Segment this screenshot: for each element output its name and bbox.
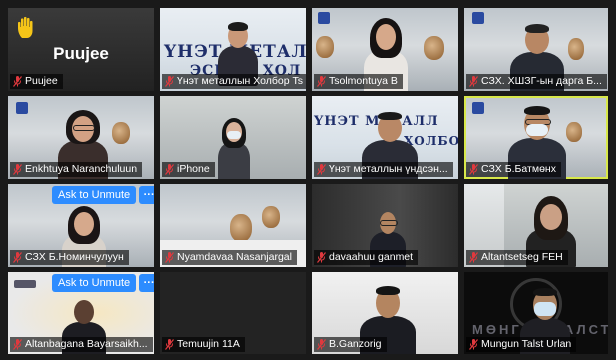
participant-name: СЗХ Б.Батмөнх <box>481 163 556 175</box>
participant-nameplate: Nyamdavaa Nasanjargal <box>162 250 297 265</box>
participant-nameplate: Enkhtuya Naranchuluun <box>10 162 143 177</box>
participant-nameplate: Altanbagana Bayarsaikh... <box>10 337 153 352</box>
participant-name: B.Ganzorig <box>329 338 382 350</box>
video-tile-temuujin[interactable]: Temuujin 11A <box>160 272 306 354</box>
participant-name: Mungun Talst Urlan <box>481 338 572 350</box>
muted-mic-icon <box>13 164 22 175</box>
vase-decoration <box>112 122 130 144</box>
participant-nameplate: Tsolmontuya B <box>314 74 403 89</box>
muted-mic-icon <box>469 252 478 263</box>
raised-hand-icon <box>16 16 38 40</box>
video-tile-nominchuluun[interactable]: Ask to Unmute ··· СЗХ Б.Номинчулуун <box>8 184 154 267</box>
muted-mic-icon <box>317 76 326 87</box>
participant-nameplate: СЗХ. ХШЗГ-ын дарга Б... <box>466 74 607 89</box>
participant-name: Puujee <box>25 75 58 87</box>
video-tile-altanbagana[interactable]: Ask to Unmute ··· Altanbagana Bayarsaikh… <box>8 272 154 354</box>
participant-nameplate: Altantsetseg FEH <box>466 250 568 265</box>
video-tile-davaahuu[interactable]: davaahuu ganmet <box>312 184 458 267</box>
participant-name: СЗХ Б.Номинчулуун <box>25 251 124 263</box>
participant-figure <box>218 20 258 86</box>
muted-mic-icon <box>317 164 326 175</box>
participant-name: Temuujin 11A <box>177 338 240 350</box>
participant-name: Altantsetseg FEH <box>481 251 563 263</box>
video-tile-unet-metallyn-holboo[interactable]: ҮНЭТ МЕТАЛЛ ЭСНИЙ ХОЛ Үнэт металлын Холб… <box>160 8 306 91</box>
logo-icon <box>14 280 36 288</box>
muted-mic-icon <box>469 339 478 350</box>
logo-icon <box>472 12 484 24</box>
participant-nameplate: Mungun Talst Urlan <box>466 337 577 352</box>
vase-decoration <box>424 36 444 60</box>
muted-mic-icon <box>469 164 478 175</box>
video-tile-batmunkh[interactable]: СЗХ Б.Батмөнх <box>464 96 608 179</box>
vase-decoration <box>230 214 252 242</box>
muted-mic-icon <box>13 76 22 87</box>
video-tile-enkhtuya[interactable]: Enkhtuya Naranchuluun <box>8 96 154 179</box>
participant-name: СЗХ. ХШЗГ-ын дарга Б... <box>481 75 602 87</box>
participant-nameplate: iPhone <box>162 162 215 177</box>
participant-name: Үнэт металлын Холбор Ts... <box>177 75 303 87</box>
participant-nameplate: СЗХ Б.Батмөнх <box>466 162 561 177</box>
participant-nameplate: СЗХ Б.Номинчулуун <box>10 250 129 265</box>
vase-decoration <box>316 36 334 58</box>
ask-to-unmute-button[interactable]: Ask to Unmute <box>52 274 137 292</box>
participant-name: iPhone <box>177 163 210 175</box>
logo-icon <box>472 102 484 114</box>
participant-nameplate: Puujee <box>10 74 63 89</box>
vase-decoration <box>262 206 280 228</box>
participant-figure <box>218 118 250 179</box>
video-tile-puujee[interactable]: Puujee Puujee <box>8 8 154 91</box>
participant-name: Altanbagana Bayarsaikh... <box>25 338 148 350</box>
muted-mic-icon <box>165 252 174 263</box>
muted-mic-icon <box>317 339 326 350</box>
logo-icon <box>318 12 330 24</box>
participant-nameplate: Үнэт металлын үндсэн... <box>314 162 453 177</box>
participant-name: Enkhtuya Naranchuluun <box>25 163 138 175</box>
video-tile-mungun-talst[interactable]: МӨНГӨН ТАЛСТ Mungun Talst Urlan <box>464 272 608 354</box>
video-tile-iphone[interactable]: iPhone <box>160 96 306 179</box>
participant-name: Nyamdavaa Nasanjargal <box>177 251 292 263</box>
muted-mic-icon <box>317 252 326 263</box>
unmute-controls: Ask to Unmute ··· <box>52 186 154 204</box>
muted-mic-icon <box>165 164 174 175</box>
muted-mic-icon <box>469 76 478 87</box>
participant-big-name: Puujee <box>53 44 109 63</box>
video-tile-ganzorig[interactable]: B.Ganzorig <box>312 272 458 354</box>
muted-mic-icon <box>13 339 22 350</box>
ask-to-unmute-button[interactable]: Ask to Unmute <box>52 186 137 204</box>
video-tile-szh-hshzg[interactable]: СЗХ. ХШЗГ-ын дарга Б... <box>464 8 608 91</box>
vase-decoration <box>566 122 582 142</box>
participant-name: Үнэт металлын үндсэн... <box>329 163 448 175</box>
muted-mic-icon <box>165 76 174 87</box>
video-tile-altantsetseg[interactable]: Altantsetseg FEH <box>464 184 608 267</box>
vase-decoration <box>568 38 584 60</box>
video-tile-nyamdavaa[interactable]: Nyamdavaa Nasanjargal <box>160 184 306 267</box>
logo-icon <box>16 102 28 114</box>
more-options-button[interactable]: ··· <box>139 274 154 292</box>
more-options-button[interactable]: ··· <box>139 186 154 204</box>
participant-nameplate: davaahuu ganmet <box>314 250 419 265</box>
participant-name: Tsolmontuya B <box>329 75 398 87</box>
muted-mic-icon <box>165 339 174 350</box>
video-tile-tsolmontuya[interactable]: Tsolmontuya B <box>312 8 458 91</box>
muted-mic-icon <box>13 252 22 263</box>
participant-nameplate: Temuujin 11A <box>162 337 245 352</box>
video-tile-unet-metallyn-undsen[interactable]: ҮНЭТ МЕТАЛЛ ХОЛБОО Үнэт металлын үндсэн.… <box>312 96 458 179</box>
participant-name: davaahuu ganmet <box>329 251 414 263</box>
unmute-controls: Ask to Unmute ··· <box>52 274 154 292</box>
participant-nameplate: B.Ganzorig <box>314 337 387 352</box>
participant-nameplate: Үнэт металлын Холбор Ts... <box>162 74 306 89</box>
